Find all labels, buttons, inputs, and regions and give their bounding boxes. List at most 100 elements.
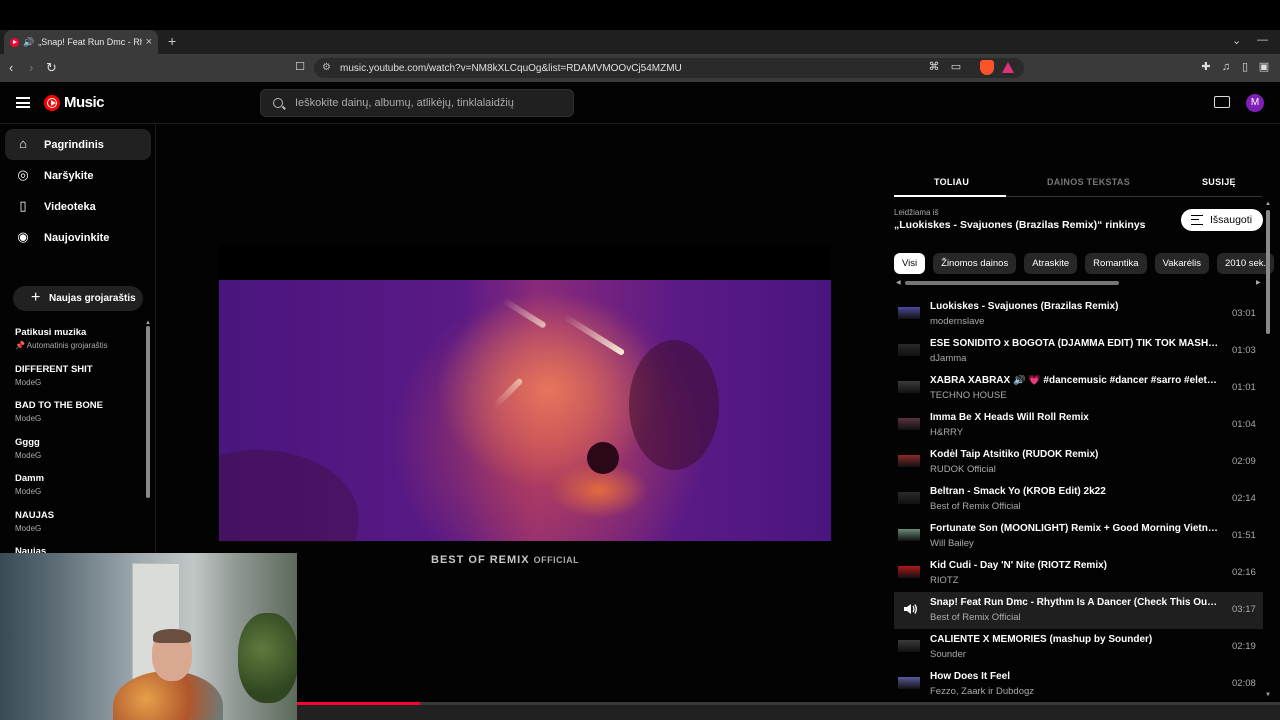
queue-item-duration: 02:08: [1232, 678, 1256, 689]
search-placeholder: Ieškokite dainų, albumų, atlikėjų, tinkl…: [295, 97, 514, 109]
new-playlist-button[interactable]: + Naujas grojaraštis: [13, 286, 143, 311]
bookmark-page-icon[interactable]: ☐: [294, 61, 306, 73]
queue-item-artist[interactable]: TECHNO HOUSE: [930, 390, 1007, 401]
queue-item-artist[interactable]: Best of Remix Official: [930, 501, 1021, 512]
queue-thumbnail[interactable]: [898, 418, 920, 430]
queue-thumbnail[interactable]: [898, 640, 920, 652]
sidebar-playlist-item[interactable]: Damm ModeG: [15, 473, 140, 496]
now-playing-speaker-icon[interactable]: [903, 601, 917, 617]
chip-familiar[interactable]: Žinomos dainos: [933, 253, 1017, 274]
sidebar-playlist-item[interactable]: BAD TO THE BONE ModeG: [15, 400, 140, 423]
tab-list-chevron-icon[interactable]: ⌄: [1232, 34, 1241, 47]
chip-all[interactable]: Visi: [894, 253, 926, 274]
back-arrow-icon[interactable]: ‹: [9, 60, 13, 75]
queue-thumbnail[interactable]: [898, 492, 920, 504]
sidebar-item-library[interactable]: ▯ Videoteka: [5, 191, 151, 222]
queue-item-artist[interactable]: dJamma: [930, 353, 966, 364]
sidebar-item-explore[interactable]: ◎ Naršykite: [5, 160, 151, 191]
playlist-owner: ModeG: [15, 414, 42, 423]
playlist-name: Damm: [15, 473, 45, 484]
queue-item-artist[interactable]: Sounder: [930, 649, 966, 660]
reload-icon[interactable]: ↻: [46, 60, 57, 76]
media-controls-icon[interactable]: ♫: [1220, 61, 1232, 73]
queue-thumbnail[interactable]: [898, 566, 920, 578]
queue-item[interactable]: Beltran - Smack Yo (KROB Edit) 2k22 Best …: [894, 481, 1263, 518]
sidebar-playlist-item[interactable]: DIFFERENT SHIT ModeG: [15, 364, 140, 387]
queue-item-duration: 02:09: [1232, 456, 1256, 467]
cast-icon[interactable]: [1214, 96, 1230, 108]
chip-romance[interactable]: Romantika: [1085, 253, 1147, 274]
queue-item-artist[interactable]: RIOTZ: [930, 575, 959, 586]
queue-item[interactable]: CALIENTE X MEMORIES (mashup by Sounder) S…: [894, 629, 1263, 666]
chips-scroll-right-icon[interactable]: ▶: [1256, 279, 1261, 286]
queue-item[interactable]: ESE SONIDITO x BOGOTA (DJAMMA EDIT) TIK …: [894, 333, 1263, 370]
queue-thumbnail[interactable]: [898, 455, 920, 467]
queue-thumbnail[interactable]: [898, 529, 920, 541]
minimize-icon[interactable]: —: [1257, 34, 1268, 46]
queue-item[interactable]: Imma Be X Heads Will Roll Remix H&RRY 01:0…: [894, 407, 1263, 444]
sidebar-item-upgrade[interactable]: ◉ Naujovinkite: [5, 222, 151, 253]
sidebar-toggle-icon[interactable]: ▯: [1239, 61, 1251, 73]
save-button[interactable]: Išsaugoti: [1181, 209, 1263, 231]
video-player[interactable]: [219, 245, 831, 542]
brave-shields-icon[interactable]: [980, 60, 994, 75]
new-tab-icon[interactable]: +: [168, 33, 176, 49]
menu-icon[interactable]: [16, 97, 30, 108]
tab-audio-icon[interactable]: 🔊: [23, 37, 34, 48]
queue-thumbnail[interactable]: [898, 344, 920, 356]
youtube-music-logo[interactable]: Music: [44, 94, 105, 111]
chips-scroll-left-icon[interactable]: ◀: [896, 279, 901, 286]
queue-item-artist[interactable]: Fezzo, Zaark ir Dubdogz: [930, 686, 1034, 697]
music-logo-icon: [44, 94, 60, 111]
webcam-overlay: [0, 553, 297, 720]
queue-item-artist[interactable]: Will Bailey: [930, 538, 974, 549]
webcam-person-hair: [153, 629, 191, 643]
translate-icon[interactable]: ⌘: [928, 61, 940, 73]
chip-party[interactable]: Vakarėlis: [1154, 253, 1209, 274]
site-info-icon[interactable]: ⚙: [322, 62, 331, 73]
queue-scrollbar[interactable]: [1266, 210, 1270, 334]
queue-scroll-down-icon[interactable]: ▼: [1265, 692, 1271, 698]
queue-thumbnail[interactable]: [898, 307, 920, 319]
cast-page-icon[interactable]: ▭: [950, 61, 962, 73]
sidebar-playlist-item[interactable]: Gggg ModeG: [15, 437, 140, 460]
tab-lyrics[interactable]: DAINOS TEKSTAS: [1047, 177, 1130, 187]
queue-item-artist[interactable]: RUDOK Official: [930, 464, 996, 475]
queue-item[interactable]: Kid Cudi - Day 'N' Nite (RIOTZ Remix) RIO…: [894, 555, 1263, 592]
queue-item[interactable]: How Does It Feel Fezzo, Zaark ir Dubdogz 0…: [894, 666, 1263, 703]
browser-tab-active[interactable]: 🔊 „Snap! Feat Run Dmc - Rhythm Is A Danc…: [4, 30, 158, 54]
queue-item-duration: 02:19: [1232, 641, 1256, 652]
queue-item-artist[interactable]: H&RRY: [930, 427, 963, 438]
queue-item-title: Luokiskes - Svajuones (Brazilas Remix): [930, 301, 1119, 312]
extensions-icon[interactable]: ✚: [1200, 61, 1212, 73]
tab-related[interactable]: SUSIJĘ: [1202, 177, 1236, 187]
queue-scroll-up-icon[interactable]: ▲: [1265, 201, 1271, 207]
queue-item-title: ESE SONIDITO x BOGOTA (DJAMMA EDIT) TIK …: [930, 338, 1220, 349]
brave-rewards-icon[interactable]: [1002, 62, 1014, 73]
tab-close-icon[interactable]: ×: [146, 36, 152, 48]
queue-item[interactable]: Luokiskes - Svajuones (Brazilas Remix) mo…: [894, 296, 1263, 333]
search-input[interactable]: Ieškokite dainų, albumų, atlikėjų, tinkl…: [260, 89, 574, 117]
queue-item[interactable]: Fortunate Son (MOONLIGHT) Remix + Good M…: [894, 518, 1263, 555]
forward-arrow-icon[interactable]: ›: [29, 60, 33, 75]
queue-item[interactable]: Kodėl Taip Atsitiko (RUDOK Remix) RUDOK O…: [894, 444, 1263, 481]
queue-item-artist[interactable]: modernslave: [930, 316, 984, 327]
chips-scrollbar[interactable]: [905, 281, 1119, 285]
tab-up-next[interactable]: TOLIAU: [934, 177, 969, 187]
avatar[interactable]: M: [1246, 94, 1264, 112]
sidebar-item-home[interactable]: ⌂ Pagrindinis: [5, 129, 151, 160]
sidebar-playlist-item[interactable]: NAUJAS ModeG: [15, 510, 140, 533]
playlist-name: NAUJAS: [15, 510, 55, 521]
queue-item[interactable]: Snap! Feat Run Dmc - Rhythm Is A Dancer …: [894, 592, 1263, 629]
url-field[interactable]: ⚙ music.youtube.com/watch?v=NM8kXLCquOg&…: [314, 58, 1024, 78]
wallet-icon[interactable]: ▣: [1258, 61, 1270, 73]
sidebar-playlist-item[interactable]: Patikusi muzika 📌 Automatinis grojarašti…: [15, 327, 140, 350]
queue-item-artist[interactable]: Best of Remix Official: [930, 612, 1021, 623]
youtube-music-favicon-icon: [10, 37, 19, 47]
playlist-name: Gggg: [15, 437, 40, 448]
queue-item[interactable]: XABRA XABRAX 🔊 💗 #dancemusic #dancer #sa…: [894, 370, 1263, 407]
chip-discover[interactable]: Atraskite: [1024, 253, 1078, 274]
queue-thumbnail[interactable]: [898, 381, 920, 393]
sidebar-scrollbar[interactable]: [146, 326, 150, 498]
queue-thumbnail[interactable]: [898, 677, 920, 689]
